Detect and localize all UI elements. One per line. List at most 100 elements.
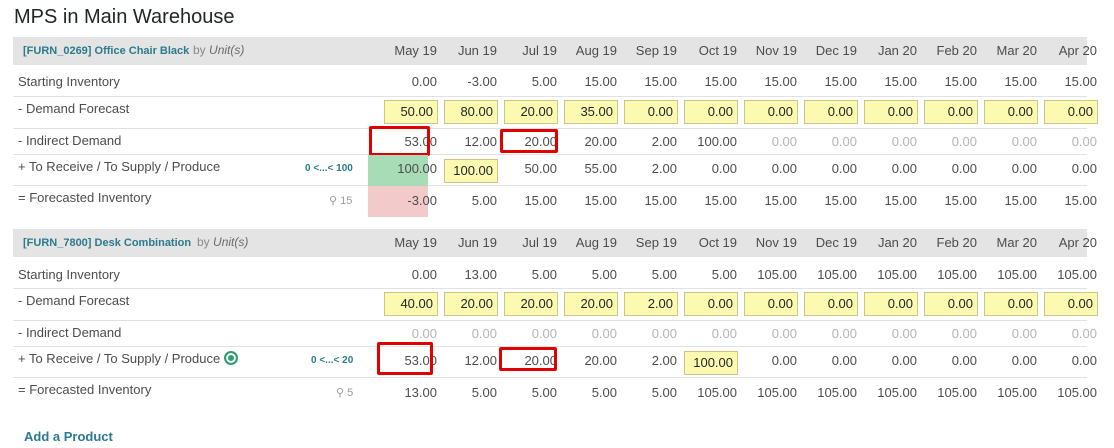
- unit-label: by Unit(s): [193, 43, 245, 57]
- value-cell: 13.00: [464, 267, 497, 282]
- map-marker-icon: ⚲: [329, 195, 338, 207]
- value-cell: 15.00: [884, 193, 917, 208]
- product-name[interactable]: [FURN_7800] Desk Combination: [23, 237, 191, 249]
- value-cell: 0.00: [951, 161, 977, 176]
- value-cell: 105.00: [937, 267, 977, 282]
- demand-forecast-input[interactable]: 40.00: [384, 292, 438, 316]
- value-cell: 5.00: [531, 74, 557, 89]
- value-cell: 0.00: [1011, 353, 1037, 368]
- month-header: Jan 20: [877, 43, 917, 58]
- product-block-desk-combination: [FURN_7800] Desk Combination by Unit(s) …: [13, 229, 1098, 409]
- demand-forecast-input[interactable]: 0.00: [924, 100, 978, 124]
- value-cell: 15.00: [704, 193, 737, 208]
- demand-forecast-input[interactable]: 20.00: [504, 292, 558, 316]
- demand-forecast-input[interactable]: 0.00: [624, 100, 678, 124]
- demand-forecast-input[interactable]: 0.00: [804, 100, 858, 124]
- demand-forecast-input[interactable]: 20.00: [444, 292, 498, 316]
- value-cell: 0.00: [771, 134, 797, 149]
- product-header: [FURN_7800] Desk Combination by Unit(s) …: [13, 229, 1097, 257]
- month-header: May 19: [394, 235, 437, 250]
- demand-forecast-input[interactable]: 35.00: [564, 100, 618, 124]
- value-cell: 105.00: [877, 267, 917, 282]
- row-forecasted-inventory: = Forecasted Inventory ⚲ 15 -3.00 5.00 15.…: [13, 186, 1097, 217]
- month-header: Apr 20: [1058, 43, 1097, 58]
- value-cell: 55.00: [584, 161, 617, 176]
- row-label: - Indirect Demand: [18, 133, 122, 148]
- demand-forecast-input[interactable]: 50.00: [384, 100, 438, 124]
- row-to-receive: + To Receive / To Supply / Produce 0 <..…: [13, 342, 1097, 378]
- demand-forecast-input[interactable]: 0.00: [1044, 100, 1098, 124]
- demand-forecast-input[interactable]: 0.00: [864, 100, 918, 124]
- value-cell: 5.00: [651, 385, 677, 400]
- demand-forecast-input[interactable]: 0.00: [1044, 292, 1098, 316]
- value-cell: 15.00: [824, 193, 857, 208]
- month-header: Aug 19: [575, 235, 617, 250]
- demand-forecast-input[interactable]: 20.00: [504, 100, 558, 124]
- value-cell: 2.00: [651, 353, 677, 368]
- demand-forecast-input[interactable]: 0.00: [924, 292, 978, 316]
- row-label: = Forecasted Inventory: [18, 190, 152, 205]
- value-cell: 15.00: [644, 193, 677, 208]
- value-cell: 105.00: [937, 385, 977, 400]
- demand-forecast-input[interactable]: 0.00: [984, 292, 1038, 316]
- demand-forecast-input[interactable]: 0.00: [864, 292, 918, 316]
- value-cell: 15.00: [1064, 193, 1097, 208]
- row-label: Starting Inventory: [18, 267, 120, 282]
- demand-forecast-input[interactable]: 20.00: [564, 292, 618, 316]
- month-header: Apr 20: [1058, 235, 1097, 250]
- month-header: Sep 19: [635, 235, 677, 250]
- demand-forecast-input[interactable]: 0.00: [804, 292, 858, 316]
- demand-forecast-input[interactable]: 0.00: [744, 100, 798, 124]
- month-header: Mar 20: [996, 43, 1037, 58]
- month-header: Dec 19: [815, 235, 857, 250]
- value-cell: 5.00: [591, 267, 617, 282]
- month-header: Oct 19: [698, 43, 737, 58]
- target-icon[interactable]: [224, 351, 239, 365]
- row-label: - Indirect Demand: [18, 325, 122, 340]
- highlight-box: [369, 126, 430, 156]
- value-cell: 15.00: [644, 74, 677, 89]
- month-header: Nov 19: [755, 235, 797, 250]
- add-product-link[interactable]: Add a Product: [24, 429, 113, 444]
- value-cell: 0.00: [591, 326, 617, 341]
- highlight-box: [500, 129, 558, 153]
- safety-stock-range[interactable]: 0 <...< 20: [311, 355, 353, 366]
- demand-forecast-input[interactable]: 0.00: [684, 100, 738, 124]
- value-cell: 5.00: [471, 385, 497, 400]
- row-label: = Forecasted Inventory: [18, 382, 152, 397]
- demand-forecast-input[interactable]: 0.00: [984, 100, 1038, 124]
- to-receive-input[interactable]: 100.00: [444, 159, 498, 183]
- demand-forecast-input[interactable]: 2.00: [624, 292, 678, 316]
- month-header: Feb 20: [936, 43, 977, 58]
- value-cell: 105.00: [1057, 267, 1097, 282]
- value-cell: 15.00: [944, 193, 977, 208]
- product-name[interactable]: [FURN_0269] Office Chair Black: [23, 45, 189, 57]
- value-cell: 0.00: [1011, 161, 1037, 176]
- value-cell: 105.00: [997, 385, 1037, 400]
- month-header: Jan 20: [877, 235, 917, 250]
- month-header: Nov 19: [755, 43, 797, 58]
- value-cell: 105.00: [817, 385, 857, 400]
- row-label: - Demand Forecast: [18, 293, 130, 308]
- value-cell: 0.00: [1071, 353, 1097, 368]
- demand-forecast-input[interactable]: 0.00: [744, 292, 798, 316]
- demand-forecast-input[interactable]: 0.00: [684, 292, 738, 316]
- value-cell: 5.00: [651, 267, 677, 282]
- value-cell: 15.00: [764, 74, 797, 89]
- value-cell: 5.00: [711, 267, 737, 282]
- value-cell: 105.00: [757, 385, 797, 400]
- value-cell: 13.00: [404, 385, 437, 400]
- value-cell: 20.00: [584, 353, 617, 368]
- demand-forecast-input[interactable]: 80.00: [444, 100, 498, 124]
- month-header: Feb 20: [936, 235, 977, 250]
- row-label: + To Receive / To Supply / Produce: [18, 159, 221, 174]
- value-cell: 0.00: [771, 161, 797, 176]
- value-cell: 0.00: [831, 326, 857, 341]
- row-demand-forecast: - Demand Forecast 50.00 80.00 20.00 35.00 0.…: [13, 97, 1098, 129]
- safety-stock-range[interactable]: 0 <...< 100: [305, 163, 353, 174]
- location-pin: ⚲ 5: [336, 387, 354, 399]
- to-receive-input[interactable]: 100.00: [684, 351, 738, 375]
- row-to-receive: + To Receive / To Supply / Produce 0 <..…: [13, 155, 1097, 186]
- highlight-box: [377, 342, 433, 375]
- value-cell: 0.00: [411, 74, 437, 89]
